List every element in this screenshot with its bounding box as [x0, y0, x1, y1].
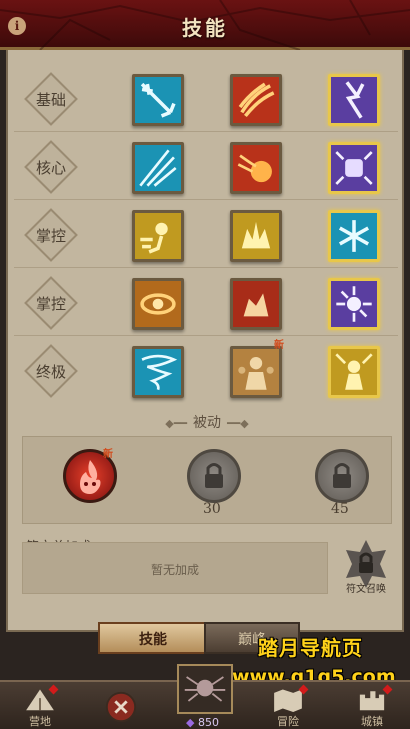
row-label: 基础 — [24, 72, 78, 126]
gem-icon: ◆ — [186, 716, 195, 729]
skill-row-core: 核心 — [14, 136, 398, 200]
unlock-level: 30 — [203, 501, 221, 517]
energy-burst-icon[interactable] — [328, 278, 380, 330]
skill-panel: 基础 核心 掌控 掌控 终极 新 ◆━━ 被动 ━━◆ 新 30 45 暂无加成… — [6, 50, 404, 632]
meteor-icon[interactable] — [132, 278, 184, 330]
row-label: 核心 — [24, 140, 78, 194]
fist-shock-icon[interactable] — [328, 142, 380, 194]
new-badge: 新 — [274, 340, 284, 351]
watermark-title: 踏月导航页 — [258, 636, 363, 660]
close-icon — [105, 691, 137, 723]
nav-close[interactable] — [104, 682, 140, 729]
skill-row-ultimate: 终极 新 — [14, 340, 398, 404]
summon-crowd-icon[interactable] — [230, 346, 282, 398]
gem-counter: ◆ 850 — [186, 716, 219, 729]
rune-empty-text: 暂无加成 — [150, 563, 199, 577]
spider-icon — [184, 676, 226, 702]
skill-core-button[interactable] — [177, 664, 233, 714]
unlock-level: 45 — [331, 501, 349, 517]
row-label: 掌控 — [24, 276, 78, 330]
skill-row-mastery-2: 掌控 — [14, 272, 398, 336]
golden-light-icon[interactable] — [328, 346, 380, 398]
header-bar: i 技能 — [0, 0, 410, 50]
passive-slots: 新 30 45 — [22, 436, 392, 524]
row-label: 掌控 — [24, 208, 78, 262]
rune-summon-label: 符文召唤 — [346, 584, 386, 595]
fire-beast-icon[interactable] — [230, 278, 282, 330]
lock-icon[interactable] — [315, 449, 369, 503]
tab-skills[interactable]: 技能 — [98, 622, 208, 654]
dash-icon[interactable] — [132, 210, 184, 262]
skill-row-mastery-1: 掌控 — [14, 204, 398, 268]
new-badge: 新 — [103, 449, 113, 460]
trident-icon[interactable] — [132, 74, 184, 126]
fireball-icon[interactable] — [230, 142, 282, 194]
ice-shards-icon[interactable] — [132, 142, 184, 194]
page-title: 技能 — [182, 16, 228, 40]
lightning-icon[interactable] — [328, 74, 380, 126]
passive-header: ◆━━ 被动 ━━◆ — [165, 415, 249, 431]
tornado-icon[interactable] — [132, 346, 184, 398]
row-label: 终极 — [24, 344, 78, 398]
crown-burst-icon[interactable] — [230, 210, 282, 262]
rune-bonus-box: 暂无加成 — [22, 542, 328, 594]
claw-fire-icon[interactable] — [230, 74, 282, 126]
snowflake-icon[interactable] — [328, 210, 380, 262]
skill-row-basic: 基础 — [14, 68, 398, 132]
lock-icon[interactable] — [187, 449, 241, 503]
